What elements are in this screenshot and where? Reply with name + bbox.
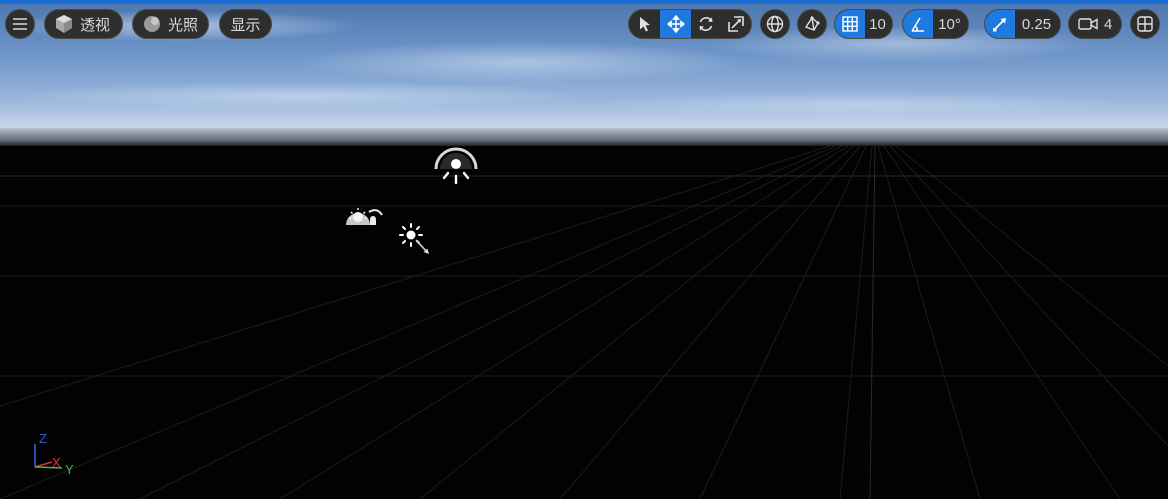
scale-snap-control: 0.25 [984,9,1061,39]
rotation-snap-toggle[interactable] [903,10,933,38]
perspective-cube-icon [54,14,74,34]
globe-icon [766,15,784,33]
viewport-menu-button[interactable] [5,9,35,39]
rotate-icon [697,15,715,33]
scale-snap-toggle[interactable] [985,10,1015,38]
scale-tool-button[interactable] [721,10,751,38]
horizon-band [0,128,1168,146]
scale-snap-value: 0.25 [1021,15,1052,33]
grid-snap-value-dropdown[interactable]: 10 [865,10,892,38]
show-label: 显示 [230,16,261,34]
rotation-snap-value-dropdown[interactable]: 10° [933,10,968,38]
scale-snap-value-dropdown[interactable]: 0.25 [1015,10,1060,38]
skylight-icon[interactable] [433,145,479,194]
select-tool-button[interactable] [629,10,660,38]
camera-speed-value: 4 [1104,15,1113,33]
world-local-toggle[interactable] [760,9,790,39]
floor-grid [0,146,1168,499]
rotate-tool-button[interactable] [691,10,721,38]
grid-icon [842,16,858,32]
transform-tools-group [628,9,752,39]
surface-snap-icon [803,15,821,33]
grid-snap-toggle[interactable] [835,10,865,38]
sky-atmosphere-icon[interactable] [344,205,386,234]
rotation-snap-control: 10° [902,9,969,39]
layout-grid-icon [1137,16,1153,32]
lighting-label: 光照 [168,16,199,34]
lighting-button[interactable]: 光照 [132,9,209,39]
viewport-layout-button[interactable] [1130,9,1160,39]
perspective-button[interactable]: 透视 [44,9,123,39]
move-tool-button[interactable] [660,10,691,38]
axis-y-label: Y [65,462,74,477]
axis-z-label: Z [39,431,47,446]
grid-snap-control: 10 [834,9,893,39]
angle-icon [910,16,926,32]
hamburger-menu-icon [12,17,28,31]
scale-snap-icon [992,16,1008,32]
show-button[interactable]: 显示 [219,9,272,39]
camera-icon [1078,17,1098,31]
surface-snapping-button[interactable] [797,9,827,39]
scale-icon [728,16,744,32]
axis-x-label: X [52,455,61,470]
perspective-label: 透视 [80,16,111,34]
lighting-sphere-icon [142,14,162,34]
rotation-snap-value: 10° [938,15,961,33]
camera-speed-button[interactable]: 4 [1068,9,1122,39]
directional-light-icon[interactable] [398,222,432,261]
axis-orientation-indicator: Z X Y [30,430,80,485]
move-arrows-icon [666,15,685,33]
grid-snap-value: 10 [869,15,886,33]
cursor-arrow-icon [638,16,652,32]
